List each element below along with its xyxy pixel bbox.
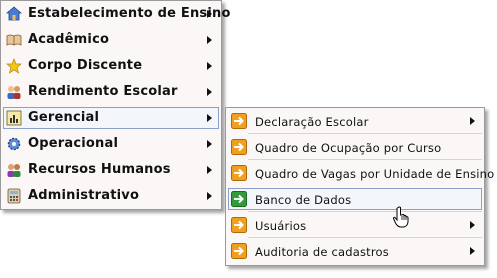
submenu-item-label: Quadro de Ocupação por Curso [255, 141, 442, 155]
submenu-item-usuarios[interactable]: Usuários [228, 214, 482, 236]
submenu-item-label: Quadro de Vagas por Unidade de Ensino [255, 167, 495, 181]
menu-item-recursos-humanos[interactable]: Recursos Humanos [3, 159, 219, 181]
chevron-right-icon [470, 221, 475, 229]
submenu-item-label: Banco de Dados [255, 193, 352, 207]
chevron-right-icon [207, 114, 212, 122]
chevron-right-icon [207, 88, 212, 96]
menu-item-label: Administrativo [28, 188, 140, 203]
orange-arrow-icon [231, 113, 247, 129]
orange-arrow-icon [231, 165, 247, 181]
chevron-right-icon [207, 192, 212, 200]
menu-item-administrativo[interactable]: Administrativo [3, 185, 219, 207]
chevron-right-icon [470, 247, 475, 255]
chevron-right-icon [207, 140, 212, 148]
staff-icon [6, 162, 22, 178]
menu-item-label: Rendimento Escolar [28, 84, 178, 99]
orange-arrow-icon [231, 243, 247, 259]
menu-item-estabelecimento[interactable]: Estabelecimento de Ensino [3, 3, 230, 25]
chart-icon [6, 110, 22, 126]
menu-item-operacional[interactable]: Operacional [3, 133, 219, 155]
gerencial-submenu: Declaração Escolar Quadro de Ocupação po… [225, 107, 494, 266]
orange-arrow-icon [231, 217, 247, 233]
submenu-item-label: Usuários [255, 219, 307, 233]
gear-icon [6, 136, 22, 152]
menu-item-label: Operacional [28, 136, 119, 151]
chevron-right-icon [470, 117, 475, 125]
menu-item-label: Estabelecimento de Ensino [28, 6, 231, 21]
submenu-item-banco-de-dados[interactable]: Banco de Dados [228, 188, 482, 210]
people-icon [6, 84, 22, 100]
chevron-right-icon [207, 62, 212, 70]
orange-arrow-icon [231, 139, 247, 155]
submenu-item-label: Declaração Escolar [255, 115, 369, 129]
open-book-icon [6, 32, 22, 48]
chevron-right-icon [207, 166, 212, 174]
calculator-icon [6, 188, 22, 204]
menu-item-rendimento-escolar[interactable]: Rendimento Escolar [3, 81, 219, 103]
submenu-item-quadro-ocupacao[interactable]: Quadro de Ocupação por Curso [228, 136, 482, 158]
menu-item-label: Acadêmico [28, 32, 110, 47]
menu-item-label: Corpo Discente [28, 58, 143, 73]
chevron-right-icon [207, 10, 212, 18]
menu-item-label: Recursos Humanos [28, 162, 171, 177]
main-menu: Estabelecimento de Ensino Acadêmico Corp… [0, 0, 230, 210]
menu-item-corpo-discente[interactable]: Corpo Discente [3, 55, 219, 77]
divider [248, 237, 482, 238]
submenu-item-quadro-vagas[interactable]: Quadro de Vagas por Unidade de Ensino [228, 162, 494, 184]
hand-cursor-icon [392, 206, 410, 228]
submenu-item-label: Auditoria de cadastros [255, 245, 389, 259]
divider [248, 159, 482, 160]
green-arrow-icon [231, 191, 247, 207]
submenu-item-declaracao-escolar[interactable]: Declaração Escolar [228, 110, 482, 132]
menu-item-gerencial[interactable]: Gerencial [3, 107, 219, 129]
submenu-item-auditoria-cadastros[interactable]: Auditoria de cadastros [228, 240, 482, 262]
divider [248, 133, 482, 134]
chevron-right-icon [207, 36, 212, 44]
divider [248, 211, 482, 212]
star-icon [6, 58, 22, 74]
house-icon [5, 6, 23, 22]
menu-item-label: Gerencial [28, 110, 100, 125]
menu-item-academico[interactable]: Acadêmico [3, 29, 219, 51]
